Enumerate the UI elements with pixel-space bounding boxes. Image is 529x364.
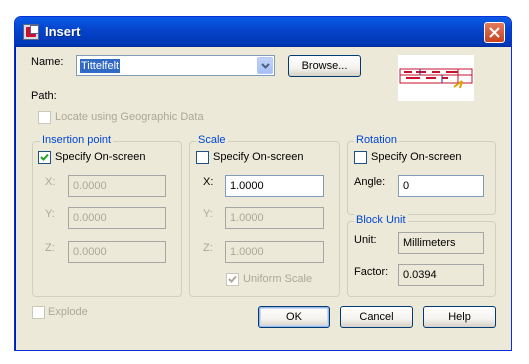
browse-button[interactable]: Browse... [288,55,361,77]
block-preview [398,55,474,101]
rotation-specify-label: Specify On-screen [371,151,462,163]
uniform-scale-checkbox[interactable] [226,273,239,286]
checkmark-icon [40,153,49,161]
insertion-z-field[interactable]: 0.0000 [68,241,166,263]
scale-x-label: X: [203,176,214,188]
scale-y-field[interactable]: 1.0000 [225,207,324,229]
geo-label: Locate using Geographic Data [55,111,204,123]
geo-checkbox[interactable] [38,111,51,124]
factor-label: Factor: [354,266,389,278]
dropdown-arrow[interactable] [257,57,273,74]
block-unit-title: Block Unit [354,214,408,226]
app-icon [23,24,39,40]
factor-value: 0.0394 [398,264,484,286]
insertion-z-label: Z: [45,242,55,254]
name-value: Tittelfelt [80,59,121,73]
insertion-y-field[interactable]: 0.0000 [68,207,166,229]
insertion-x-field[interactable]: 0.0000 [68,175,166,197]
scale-specify-checkbox[interactable] [196,151,209,164]
scale-x-field[interactable]: 1.0000 [225,175,324,197]
close-icon [489,27,500,38]
explode-checkbox[interactable] [32,306,45,319]
insertion-specify-label: Specify On-screen [55,151,146,163]
cancel-button[interactable]: Cancel [340,306,413,328]
insertion-specify-checkbox[interactable] [38,151,51,164]
angle-label: Angle: [354,176,386,188]
unit-label: Unit: [354,234,377,246]
scale-title: Scale [196,134,228,146]
insert-dialog: Insert Name: Tittelfelt Browse... Path: … [14,16,512,351]
name-label: Name: [31,56,64,68]
path-label: Path: [31,90,57,102]
chevron-down-icon [261,63,270,69]
scale-y-label: Y: [203,208,213,220]
ok-button[interactable]: OK [258,306,330,328]
dialog-title: Insert [45,24,81,39]
unit-value: Millimeters [398,232,484,254]
scale-specify-label: Specify On-screen [213,151,304,163]
explode-label: Explode [48,306,88,318]
rotation-specify-checkbox[interactable] [354,151,367,164]
checkmark-icon [228,275,237,283]
angle-field[interactable]: 0 [398,175,484,197]
scale-z-field[interactable]: 1.0000 [225,241,324,263]
title-bar[interactable]: Insert [15,17,511,47]
scale-z-label: Z: [203,242,213,254]
insertion-point-title: Insertion point [40,134,114,146]
close-button[interactable] [484,22,505,43]
uniform-scale-label: Uniform Scale [243,273,313,285]
insertion-x-label: X: [45,176,56,188]
rotation-title: Rotation [354,134,399,146]
block-preview-image [399,68,473,89]
help-button[interactable]: Help [423,306,496,328]
insertion-y-label: Y: [45,208,55,220]
name-combobox[interactable]: Tittelfelt [76,55,275,76]
